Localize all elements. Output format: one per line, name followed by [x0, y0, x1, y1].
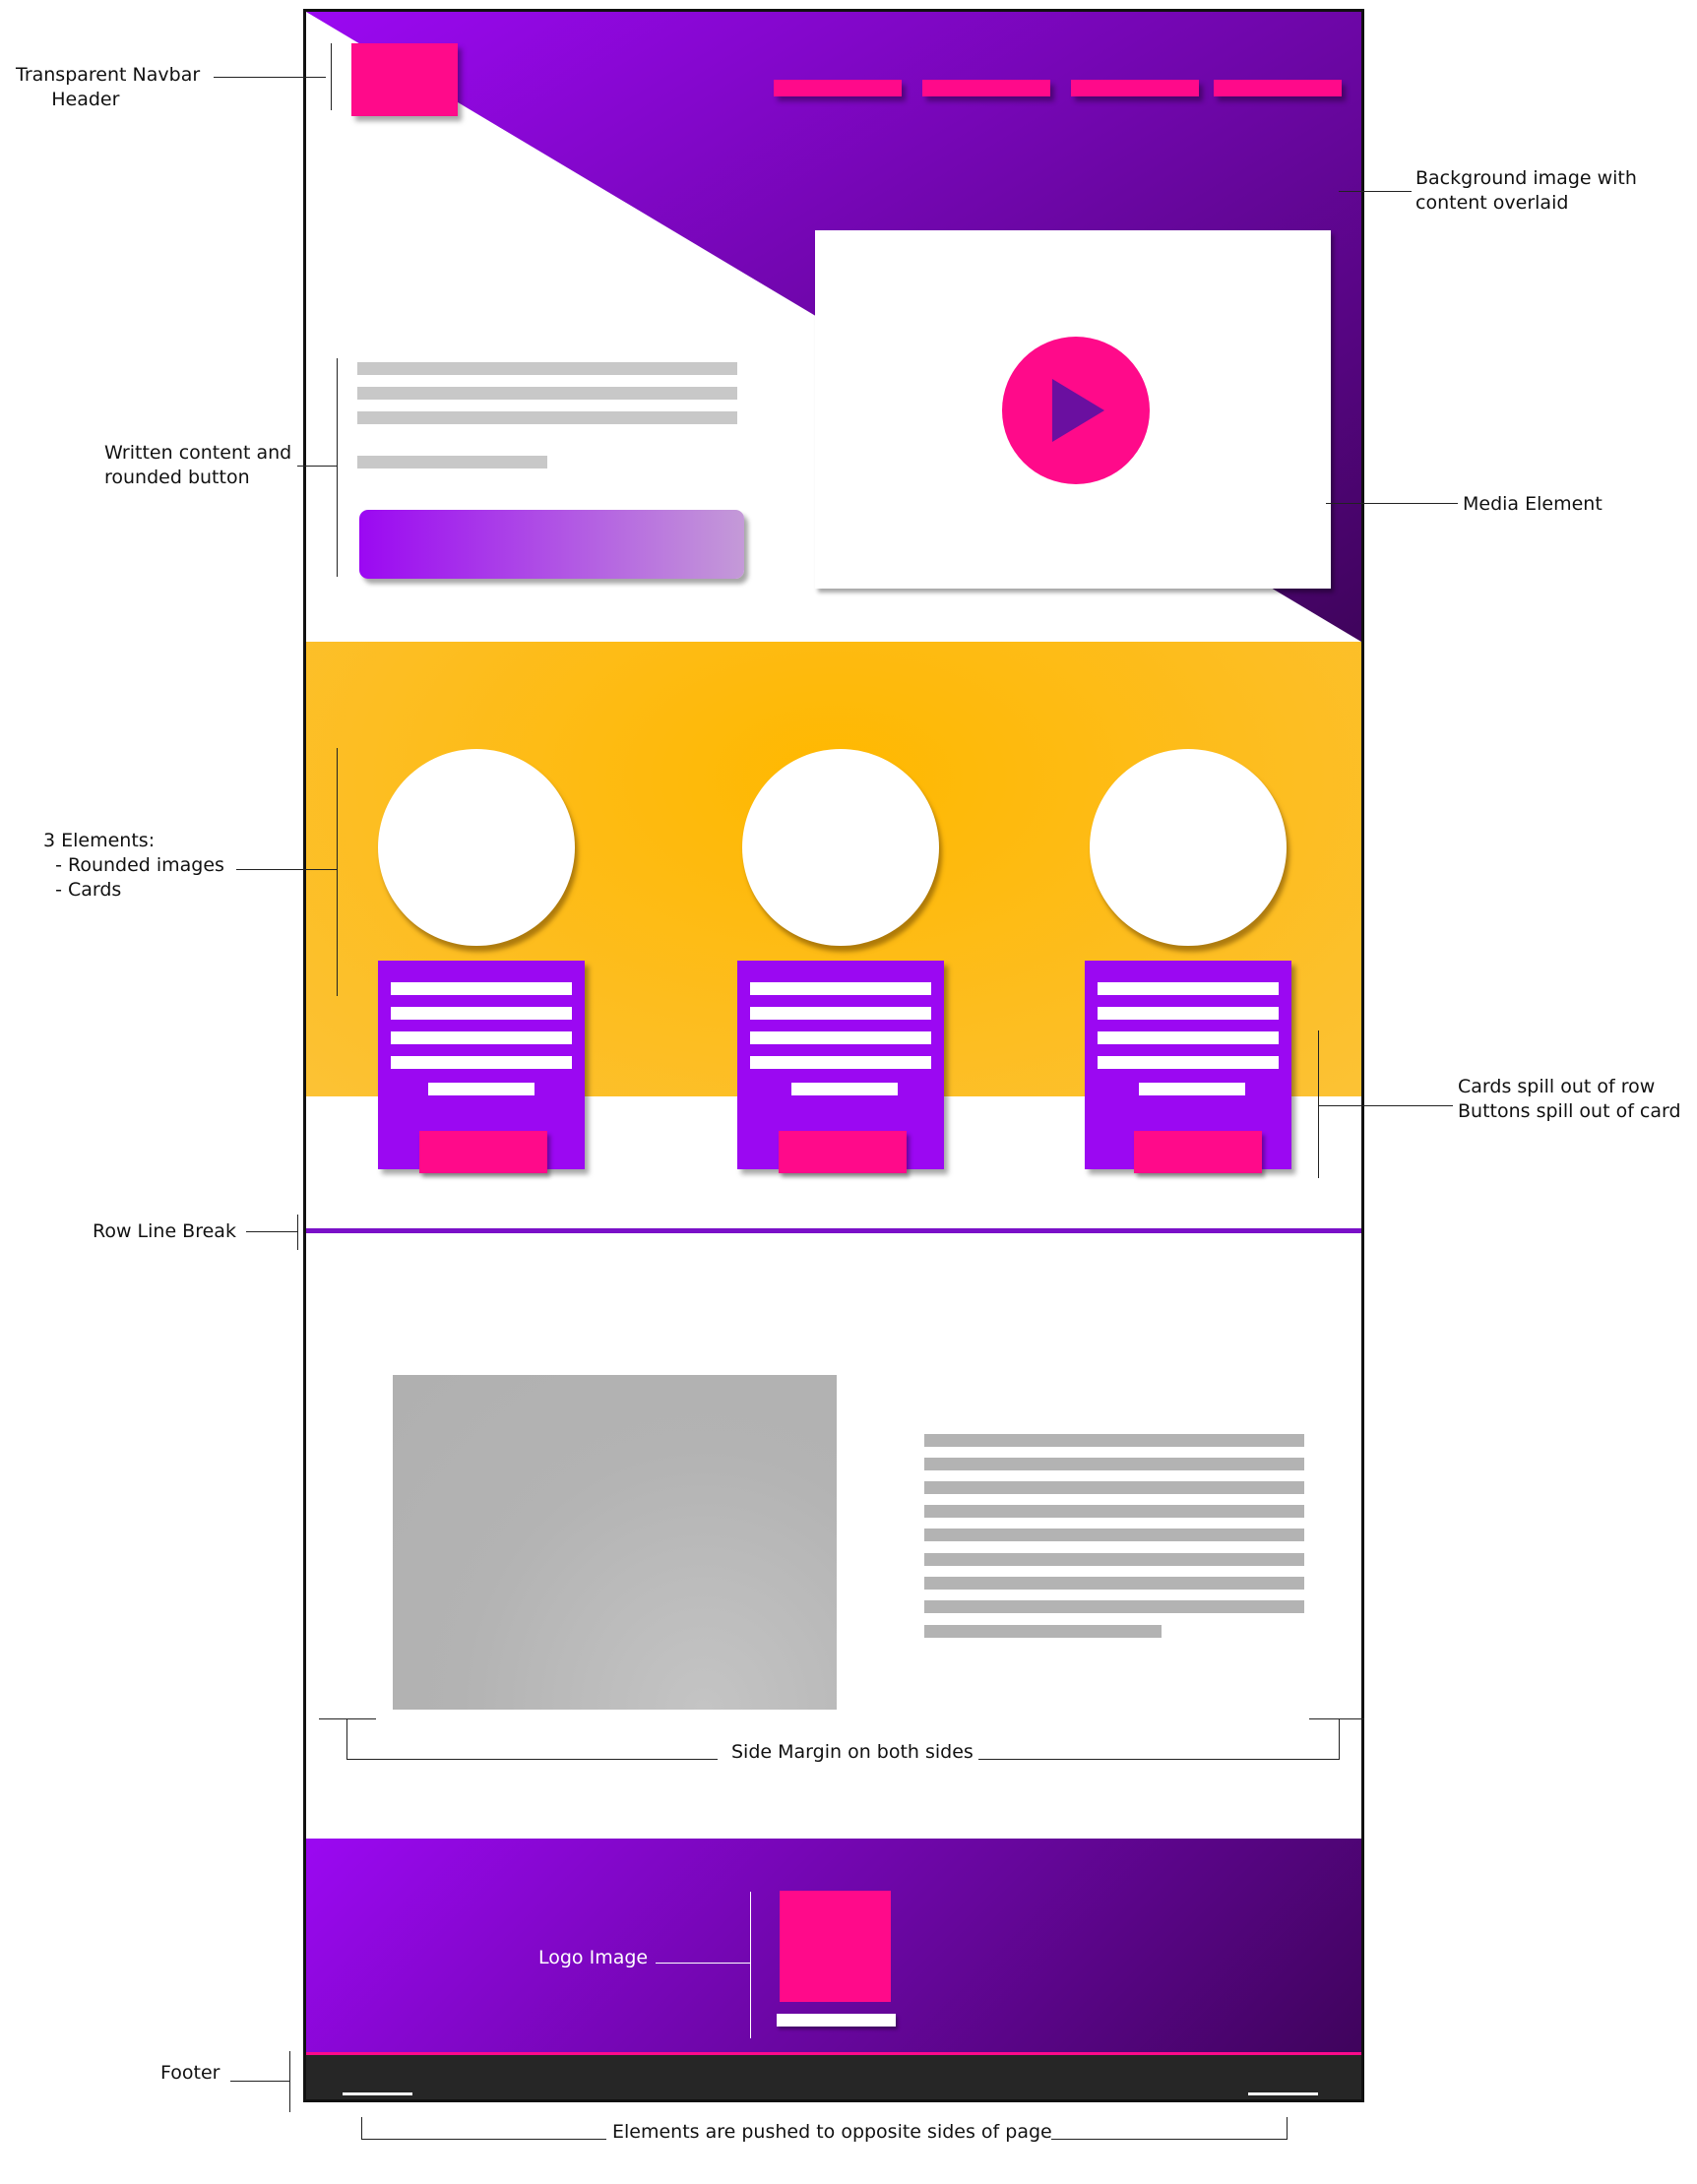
row-line-break: [306, 1228, 1361, 1233]
text-line: [924, 1481, 1304, 1494]
leader-bracket: [289, 2051, 290, 2112]
leader-line: [236, 869, 337, 870]
card-button-3[interactable]: [1134, 1131, 1262, 1173]
leader-line: [361, 2139, 606, 2140]
footer-left-element[interactable]: [343, 2092, 412, 2095]
annotation-row-break: Row Line Break: [93, 1220, 236, 1242]
card-text-line: [1098, 1031, 1279, 1044]
margin-marker-right: [1309, 1718, 1364, 1719]
text-line: [924, 1577, 1304, 1590]
footer-logo-section: [306, 1839, 1361, 2053]
media-element[interactable]: [815, 230, 1331, 589]
image-placeholder: [393, 1375, 837, 1710]
margin-marker-left: [319, 1718, 376, 1719]
text-line-short: [924, 1625, 1162, 1638]
leader-line: [246, 1231, 297, 1232]
card-text-line: [750, 982, 931, 995]
nav-link-2[interactable]: [922, 80, 1050, 96]
text-line: [924, 1600, 1304, 1613]
navbar-logo-placeholder[interactable]: [351, 43, 458, 116]
card-text-line: [1098, 1056, 1279, 1069]
text-line: [924, 1553, 1304, 1566]
annotation-background: Background image with content overlaid: [1415, 167, 1637, 214]
annotation-media: Media Element: [1463, 493, 1603, 515]
margin-marker-left: [346, 1718, 347, 1760]
card-button-1[interactable]: [419, 1131, 547, 1173]
leader-line: [214, 77, 326, 78]
card-button-2[interactable]: [779, 1131, 907, 1173]
card-text-line: [750, 1007, 931, 1020]
play-icon[interactable]: [1000, 335, 1152, 486]
footer-logo-image[interactable]: [780, 1891, 891, 2002]
rounded-image-1: [378, 749, 575, 946]
leader-line: [230, 2081, 289, 2082]
card-text-line: [391, 1007, 572, 1020]
card-text-line: [391, 1031, 572, 1044]
card-text-line: [1098, 1007, 1279, 1020]
card-1: [378, 961, 585, 1173]
nav-link-3[interactable]: [1071, 80, 1199, 96]
leader-bracket: [331, 43, 332, 110]
nav-link-4[interactable]: [1214, 80, 1342, 96]
footer-logo-caption: [777, 2014, 896, 2027]
annotation-spill: Cards spill out of row Buttons spill out…: [1458, 1076, 1681, 1122]
text-line-short: [357, 456, 547, 468]
card-text-line: [1098, 982, 1279, 995]
text-line: [357, 362, 737, 375]
leader-bracket: [297, 1215, 298, 1250]
text-line: [924, 1434, 1304, 1447]
leader-line: [978, 1759, 1340, 1760]
card-text-line-short: [428, 1083, 534, 1095]
opposite-marker-right: [1287, 2117, 1288, 2139]
leader-line: [1319, 1105, 1453, 1106]
rounded-image-2: [742, 749, 939, 946]
text-line: [924, 1529, 1304, 1541]
leader-line: [1051, 2139, 1288, 2140]
leader-line: [297, 466, 337, 467]
footer-bar: [306, 2055, 1361, 2099]
card-3: [1085, 961, 1291, 1173]
leader-line: [656, 1963, 750, 1964]
text-line: [357, 387, 737, 400]
rounded-button[interactable]: [359, 510, 744, 579]
leader-bracket: [337, 748, 338, 996]
annotation-three-elements: 3 Elements: - Rounded images - Cards: [43, 830, 224, 901]
footer-right-element[interactable]: [1248, 2092, 1318, 2095]
card-2: [737, 961, 944, 1173]
card-text-line-short: [791, 1083, 898, 1095]
card-text-line: [391, 982, 572, 995]
leader-bracket: [750, 1892, 751, 2038]
annotation-logo: Logo Image: [538, 1947, 649, 1968]
annotation-side-margin: Side Margin on both sides: [731, 1741, 974, 1763]
annotation-opposite: Elements are pushed to opposite sides of…: [612, 2121, 1052, 2143]
leader-line: [1326, 503, 1458, 504]
card-text-line: [750, 1031, 931, 1044]
text-line: [924, 1505, 1304, 1518]
wireframe-page: [303, 9, 1364, 2102]
text-line: [924, 1458, 1304, 1470]
text-line: [357, 411, 737, 424]
nav-link-1[interactable]: [774, 80, 902, 96]
opposite-marker-left: [361, 2117, 362, 2139]
card-text-line: [391, 1056, 572, 1069]
leader-bracket: [337, 358, 338, 577]
leader-line: [1339, 191, 1412, 192]
rounded-image-3: [1090, 749, 1287, 946]
leader-bracket: [1318, 1030, 1319, 1178]
leader-line: [346, 1759, 718, 1760]
annotation-navbar: Transparent Navbar Header: [16, 64, 201, 110]
margin-marker-right: [1339, 1718, 1340, 1760]
card-text-line: [750, 1056, 931, 1069]
card-text-line-short: [1139, 1083, 1245, 1095]
annotation-written: Written content and rounded button: [104, 442, 292, 488]
annotation-footer: Footer: [160, 2062, 220, 2084]
